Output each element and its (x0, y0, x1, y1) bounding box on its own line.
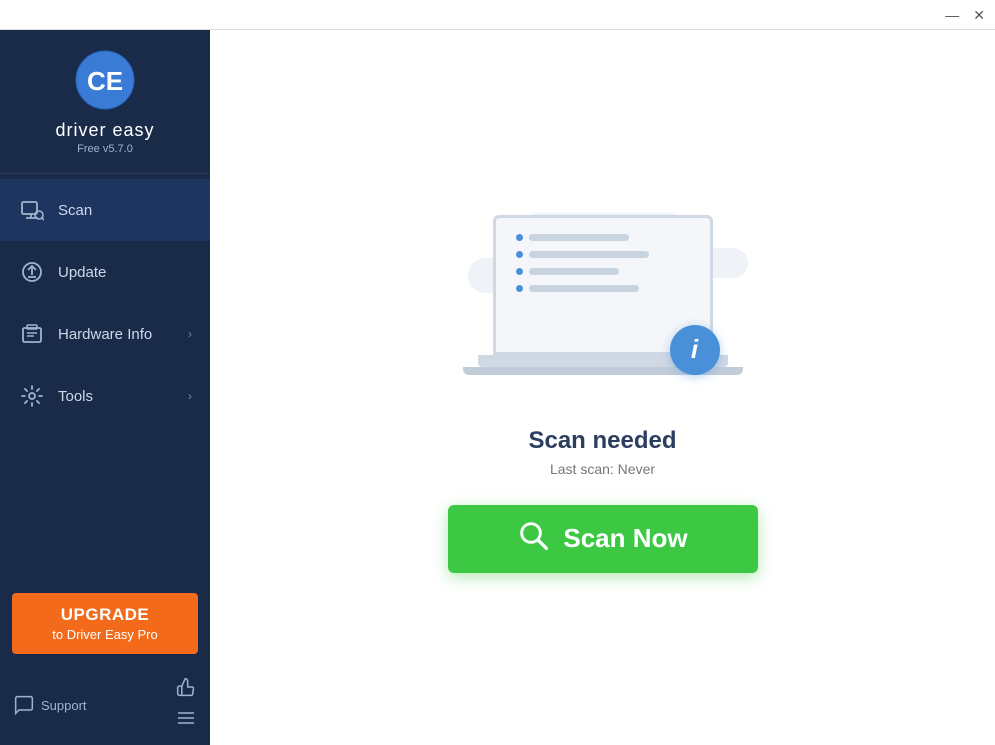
upgrade-line2: to Driver Easy Pro (22, 627, 188, 642)
laptop-line-2 (516, 251, 649, 258)
svg-text:CE: CE (87, 66, 123, 96)
sidebar-item-scan-label: Scan (58, 202, 192, 219)
sidebar-item-scan[interactable]: Scan (0, 179, 210, 241)
scan-illustration: i (448, 203, 758, 403)
laptop-line-4 (516, 285, 639, 292)
tools-arrow-icon: › (188, 389, 192, 403)
scan-now-label: Scan Now (563, 523, 687, 554)
scan-icon (18, 196, 46, 224)
app-version: Free v5.7.0 (77, 143, 133, 155)
app-logo-icon: CE (75, 50, 135, 110)
sidebar-item-update-label: Update (58, 264, 192, 281)
sidebar-bottom: Support (0, 669, 210, 745)
sidebar-item-hardware-info-label: Hardware Info (58, 326, 188, 343)
scan-needed-title: Scan needed (528, 427, 676, 455)
main-content: i Scan needed Last scan: Never Scan Now (210, 30, 995, 745)
scan-last-time: Last scan: Never (550, 461, 655, 477)
laptop-dot-2 (516, 251, 523, 258)
menu-list-icon[interactable] (176, 708, 196, 733)
sidebar-item-tools[interactable]: Tools › (0, 365, 210, 427)
sidebar-item-hardware-info[interactable]: Hardware Info › (0, 303, 210, 365)
sidebar: CE driver easy Free v5.7.0 Scan (0, 30, 210, 745)
update-icon (18, 258, 46, 286)
laptop-bar-3 (529, 268, 619, 275)
nav-items: Scan Update (0, 174, 210, 583)
laptop-dot-4 (516, 285, 523, 292)
upgrade-line1: UPGRADE (22, 605, 188, 625)
sidebar-logo: CE driver easy Free v5.7.0 (0, 30, 210, 174)
scan-search-icon (517, 519, 549, 558)
hardware-info-arrow-icon: › (188, 327, 192, 341)
minimize-button[interactable]: — (945, 8, 959, 22)
tools-icon (18, 382, 46, 410)
hardware-info-icon (18, 320, 46, 348)
sidebar-bottom-icons (176, 677, 196, 733)
laptop-dot-1 (516, 234, 523, 241)
support-button[interactable]: Support (14, 695, 87, 715)
laptop-line-1 (516, 234, 629, 241)
upgrade-button[interactable]: UPGRADE to Driver Easy Pro (12, 593, 198, 654)
main-layout: CE driver easy Free v5.7.0 Scan (0, 30, 995, 745)
close-button[interactable]: ✕ (973, 8, 985, 22)
support-chat-icon (14, 695, 34, 715)
scan-now-button[interactable]: Scan Now (448, 505, 758, 573)
info-badge: i (670, 325, 720, 375)
sidebar-item-tools-label: Tools (58, 388, 188, 405)
laptop-dot-3 (516, 268, 523, 275)
laptop-bar-4 (529, 285, 639, 292)
title-bar: — ✕ (0, 0, 995, 30)
laptop-line-3 (516, 268, 619, 275)
laptop-bar-1 (529, 234, 629, 241)
support-label: Support (41, 698, 87, 713)
app-name: driver easy (55, 120, 154, 141)
thumbs-up-icon[interactable] (176, 677, 196, 702)
sidebar-item-update[interactable]: Update (0, 241, 210, 303)
window-controls: — ✕ (945, 8, 985, 22)
laptop-bar-2 (529, 251, 649, 258)
